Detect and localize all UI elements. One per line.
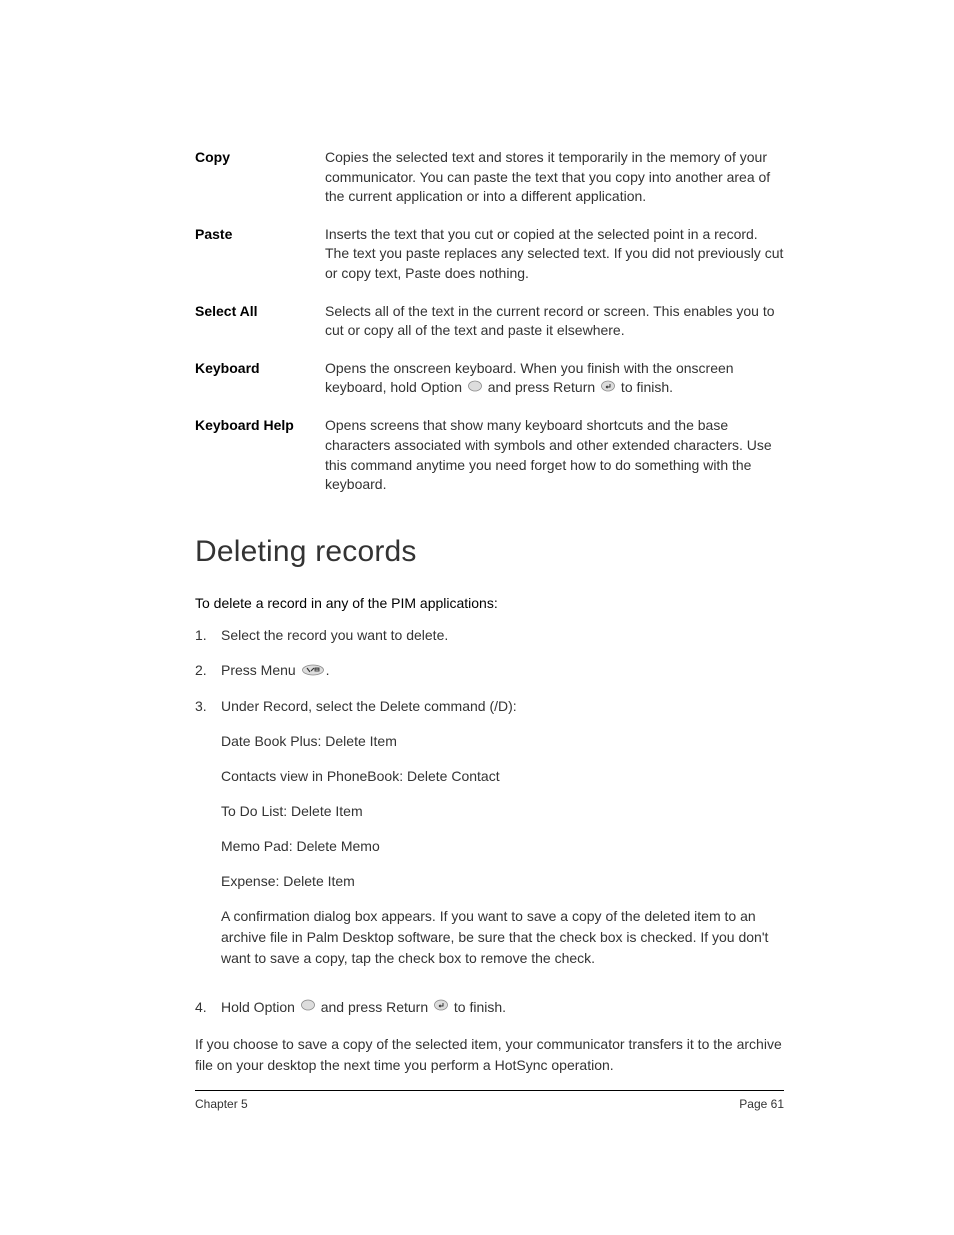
- step-item: 1. Select the record you want to delete.: [195, 625, 784, 646]
- keyboard-desc-post: to finish.: [617, 379, 673, 395]
- closing-paragraph: If you choose to save a copy of the sele…: [195, 1034, 784, 1076]
- step3-lead: Under Record, select the Delete command …: [221, 698, 517, 714]
- step4-mid: and press Return: [317, 999, 432, 1015]
- definition-term: Copy: [195, 148, 325, 207]
- step-item: 2. Press Menu .: [195, 660, 784, 682]
- footer-chapter: Chapter 5: [195, 1097, 248, 1111]
- step4-post: to finish.: [450, 999, 506, 1015]
- definition-description: Opens the onscreen keyboard. When you fi…: [325, 359, 784, 399]
- definition-description: Opens screens that show many keyboard sh…: [325, 416, 784, 494]
- return-key-icon: [434, 997, 448, 1018]
- definition-row: Keyboard Opens the onscreen keyboard. Wh…: [195, 359, 784, 399]
- definitions-table: Copy Copies the selected text and stores…: [195, 148, 784, 495]
- step-number: 2.: [195, 660, 221, 682]
- definition-row: Paste Inserts the text that you cut or c…: [195, 225, 784, 284]
- definition-description: Inserts the text that you cut or copied …: [325, 225, 784, 284]
- definition-row: Copy Copies the selected text and stores…: [195, 148, 784, 207]
- menu-key-icon: [302, 661, 324, 682]
- page-footer: Chapter 5 Page 61: [195, 1090, 784, 1111]
- step-number: 3.: [195, 696, 221, 983]
- document-page: Copy Copies the selected text and stores…: [0, 0, 954, 1076]
- sub-item: To Do List: Delete Item: [221, 801, 784, 822]
- definition-term: Keyboard: [195, 359, 325, 399]
- option-key-icon: [301, 997, 315, 1018]
- step2-post: .: [326, 662, 330, 678]
- step4-pre: Hold Option: [221, 999, 299, 1015]
- step-number: 4.: [195, 997, 221, 1019]
- definition-row: Select All Selects all of the text in th…: [195, 302, 784, 341]
- sub-item: Expense: Delete Item: [221, 871, 784, 892]
- section-heading: Deleting records: [195, 535, 784, 569]
- steps-list: 1. Select the record you want to delete.…: [195, 625, 784, 1019]
- section-intro: To delete a record in any of the PIM app…: [195, 595, 784, 611]
- step3-confirm: A confirmation dialog box appears. If yo…: [221, 906, 784, 969]
- return-key-icon: [601, 379, 615, 399]
- definition-row: Keyboard Help Opens screens that show ma…: [195, 416, 784, 494]
- step-number: 1.: [195, 625, 221, 646]
- definition-term: Keyboard Help: [195, 416, 325, 494]
- step3-sub-items: Date Book Plus: Delete Item Contacts vie…: [221, 731, 784, 969]
- sub-item: Memo Pad: Delete Memo: [221, 836, 784, 857]
- footer-page: Page 61: [739, 1097, 784, 1111]
- step-text: Press Menu .: [221, 660, 784, 682]
- step-item: 3. Under Record, select the Delete comma…: [195, 696, 784, 983]
- keyboard-desc-mid: and press Return: [484, 379, 599, 395]
- definition-description: Copies the selected text and stores it t…: [325, 148, 784, 207]
- option-key-icon: [468, 379, 482, 399]
- sub-item: Contacts view in PhoneBook: Delete Conta…: [221, 766, 784, 787]
- definition-description: Selects all of the text in the current r…: [325, 302, 784, 341]
- step-body: Under Record, select the Delete command …: [221, 696, 784, 983]
- definition-term: Select All: [195, 302, 325, 341]
- step2-pre: Press Menu: [221, 662, 300, 678]
- sub-item: Date Book Plus: Delete Item: [221, 731, 784, 752]
- step-item: 4. Hold Option and press Return to finis…: [195, 997, 784, 1019]
- step-text: Select the record you want to delete.: [221, 625, 784, 646]
- definition-term: Paste: [195, 225, 325, 284]
- step-text: Hold Option and press Return to finish.: [221, 997, 784, 1019]
